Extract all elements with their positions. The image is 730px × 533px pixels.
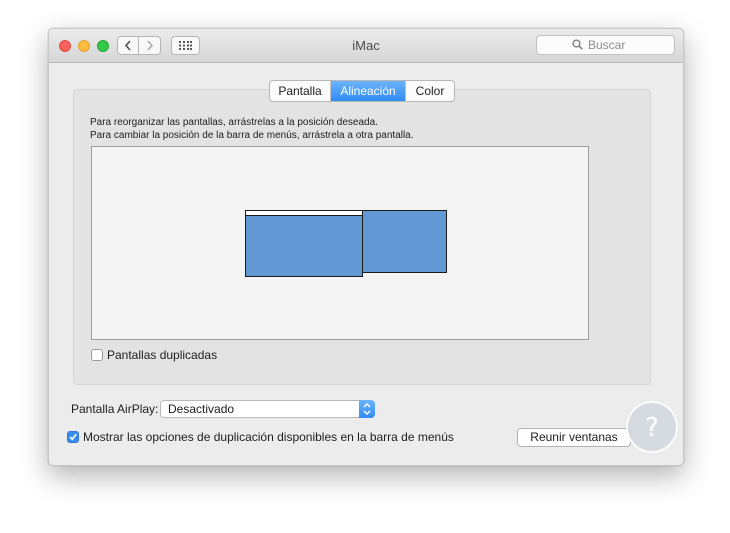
search-field[interactable]: Buscar xyxy=(536,35,675,55)
airplay-label: Pantalla AirPlay: xyxy=(71,402,159,416)
select-stepper[interactable] xyxy=(359,400,375,418)
search-icon xyxy=(572,39,583,50)
watermark-logo: ? xyxy=(626,401,678,453)
gather-windows-button[interactable]: Reunir ventanas xyxy=(517,428,631,447)
instruction-line: Para reorganizar las pantallas, arrástre… xyxy=(90,117,378,128)
tab-pantalla[interactable]: Pantalla xyxy=(270,81,330,101)
mirror-displays-label: Pantallas duplicadas xyxy=(107,348,218,362)
main-display[interactable] xyxy=(245,210,363,277)
mirror-displays-checkbox[interactable] xyxy=(91,349,103,361)
checkmark-icon xyxy=(69,433,77,441)
title-bar: iMac Buscar xyxy=(49,29,683,63)
tab-bar: Pantalla Alineación Color xyxy=(269,80,455,102)
airplay-value: Desactivado xyxy=(168,402,235,416)
menu-bar-indicator[interactable] xyxy=(246,211,362,216)
watermark-glyph: ? xyxy=(645,413,659,443)
airplay-select[interactable]: Desactivado xyxy=(160,400,375,418)
updown-chevron-icon xyxy=(363,402,371,416)
preferences-window: iMac Buscar Pantalla Alineación Color Pa… xyxy=(48,28,684,466)
tab-color[interactable]: Color xyxy=(405,81,454,101)
search-placeholder: Buscar xyxy=(588,38,626,52)
secondary-display[interactable] xyxy=(362,210,447,273)
show-mirroring-checkbox[interactable] xyxy=(67,431,79,443)
display-arrangement-area xyxy=(91,146,589,340)
show-mirroring-label: Mostrar las opciones de duplicación disp… xyxy=(83,430,454,444)
question-mark-icon: ? xyxy=(645,413,659,443)
instruction-line: Para cambiar la posición de la barra de … xyxy=(90,129,414,141)
tab-alineacion[interactable]: Alineación xyxy=(330,81,405,101)
instructions: Para reorganizar las pantallas, arrástre… xyxy=(90,117,414,142)
